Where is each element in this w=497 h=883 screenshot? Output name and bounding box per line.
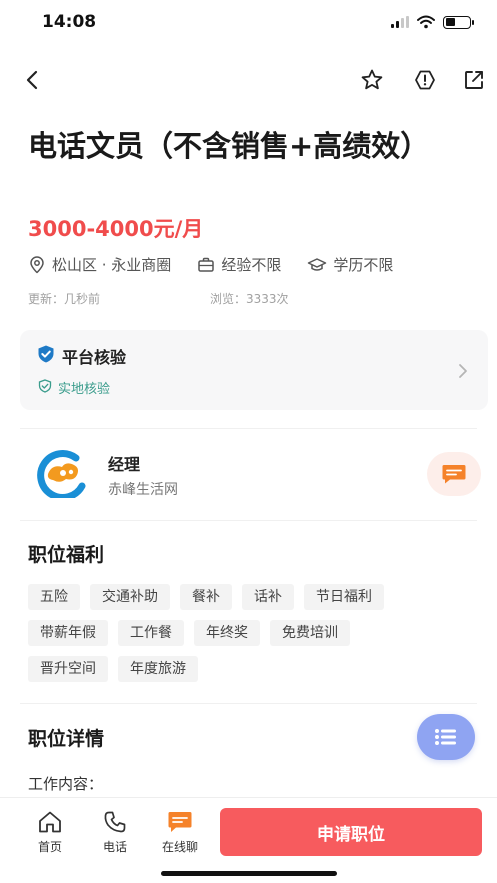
report-icon bbox=[415, 70, 435, 90]
job-views: 浏览：3333次 bbox=[210, 292, 289, 306]
back-button[interactable] bbox=[18, 66, 46, 94]
recruiter-role: 经理 bbox=[108, 455, 141, 474]
benefit-tag: 五险 bbox=[28, 584, 80, 610]
location-pin-icon bbox=[30, 255, 44, 273]
share-button[interactable] bbox=[460, 66, 488, 94]
tab-phone[interactable]: 电话 bbox=[85, 810, 145, 855]
details-title: 职位详情 bbox=[28, 728, 105, 750]
list-icon bbox=[435, 729, 456, 745]
benefit-tag: 带薪年假 bbox=[28, 620, 108, 646]
work-content-label: 工作内容： bbox=[28, 775, 104, 793]
benefit-tag: 交通补助 bbox=[90, 584, 170, 610]
battery-icon bbox=[443, 15, 474, 29]
divider bbox=[20, 428, 477, 429]
favorite-button[interactable] bbox=[358, 66, 386, 94]
home-icon bbox=[39, 811, 61, 833]
job-salary: 3000-4000元/月 bbox=[28, 217, 204, 241]
divider bbox=[20, 703, 477, 704]
benefit-tag: 节日福利 bbox=[304, 584, 384, 610]
nav-bar bbox=[0, 52, 497, 108]
benefit-tag: 话补 bbox=[242, 584, 294, 610]
benefit-tag: 餐补 bbox=[180, 584, 232, 610]
job-location: 松山区 · 永业商圈 bbox=[28, 254, 171, 275]
share-icon bbox=[465, 71, 483, 89]
job-location-text: 松山区 · 永业商圈 bbox=[52, 256, 172, 274]
graduation-cap-icon bbox=[308, 257, 327, 271]
chat-icon bbox=[168, 812, 192, 832]
chat-recruiter-button[interactable] bbox=[427, 452, 481, 496]
status-bar: 14:08 bbox=[0, 0, 497, 48]
phone-icon bbox=[104, 811, 126, 833]
job-meta: 松山区 · 永业商圈 经验不限 学历不限 bbox=[28, 254, 419, 275]
tab-chat[interactable]: 在线聊 bbox=[150, 810, 210, 855]
company-name: 赤峰生活网 bbox=[108, 482, 178, 498]
bottom-action-bar: 首页 电话 在线聊 申请职位 bbox=[0, 797, 497, 883]
benefit-tag: 免费培训 bbox=[270, 620, 350, 646]
benefit-tag: 年度旅游 bbox=[118, 656, 198, 682]
benefit-tags: 五险 交通补助 餐补 话补 节日福利 带薪年假 工作餐 年终奖 免费培训 晋升空… bbox=[28, 584, 468, 692]
tab-phone-label: 电话 bbox=[102, 840, 127, 854]
job-education-text: 学历不限 bbox=[333, 256, 394, 274]
home-indicator bbox=[161, 871, 337, 876]
job-updated: 更新：几秒前 bbox=[28, 292, 101, 306]
tab-home[interactable]: 首页 bbox=[20, 810, 80, 855]
message-icon bbox=[442, 465, 466, 484]
company-logo bbox=[37, 450, 86, 498]
star-icon bbox=[361, 69, 383, 90]
verification-badge-text: 实地核验 bbox=[58, 382, 111, 397]
status-time: 14:08 bbox=[42, 12, 97, 32]
apply-job-button[interactable]: 申请职位 bbox=[220, 808, 482, 856]
chevron-right-icon bbox=[459, 364, 467, 378]
benefit-tag: 工作餐 bbox=[118, 620, 184, 646]
platform-verification-card[interactable]: 平台核验 实地核验 bbox=[20, 330, 488, 410]
report-button[interactable] bbox=[411, 66, 439, 94]
job-education: 学历不限 bbox=[307, 254, 393, 275]
chevron-left-icon bbox=[26, 70, 38, 90]
shield-check-icon bbox=[38, 345, 54, 363]
job-title: 电话文员（不含销售+高绩效） bbox=[28, 129, 430, 163]
job-experience: 经验不限 bbox=[197, 254, 281, 275]
verified-badge-icon bbox=[38, 379, 52, 393]
verification-title: 平台核验 bbox=[62, 348, 127, 367]
briefcase-icon bbox=[198, 257, 215, 272]
benefit-tag: 年终奖 bbox=[194, 620, 260, 646]
signal-icon bbox=[391, 16, 409, 28]
job-experience-text: 经验不限 bbox=[221, 256, 282, 274]
status-icons bbox=[391, 15, 474, 29]
benefits-title: 职位福利 bbox=[28, 544, 105, 566]
wifi-icon bbox=[417, 15, 435, 29]
tab-home-label: 首页 bbox=[37, 840, 62, 854]
divider bbox=[20, 520, 477, 521]
tab-chat-label: 在线聊 bbox=[161, 840, 198, 854]
floating-menu-button[interactable] bbox=[417, 714, 475, 760]
benefit-tag: 晋升空间 bbox=[28, 656, 108, 682]
